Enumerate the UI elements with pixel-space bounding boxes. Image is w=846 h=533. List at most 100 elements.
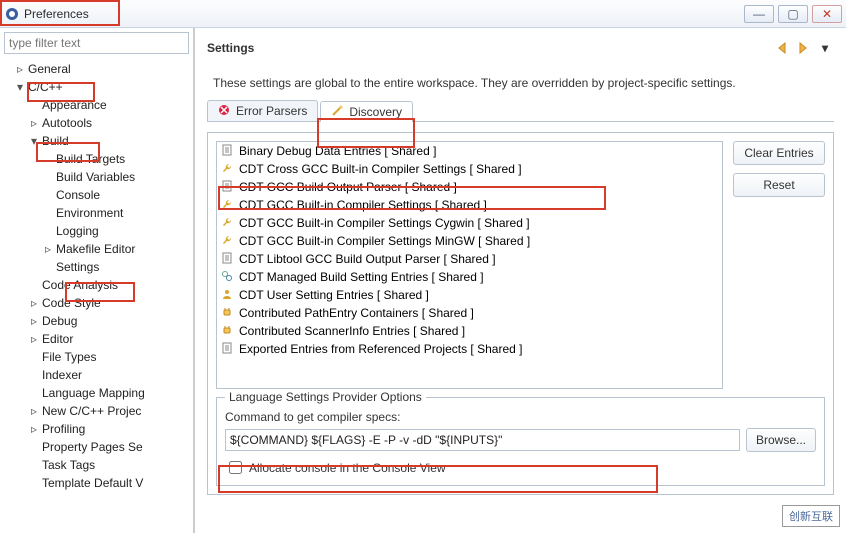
error-icon (218, 104, 232, 118)
chevron-right-icon: ▹ (42, 243, 54, 255)
tree-item-console[interactable]: Console (4, 186, 193, 204)
tree-item-settings[interactable]: Settings (4, 258, 193, 276)
tree-item-indexer[interactable]: Indexer (4, 366, 193, 384)
gears-icon (221, 270, 235, 284)
tab-discovery[interactable]: Discovery (320, 101, 413, 122)
command-label: Command to get compiler specs: (225, 410, 816, 424)
tree-item-ccpp[interactable]: ▾C/C++ (4, 78, 193, 96)
provider-row[interactable]: CDT User Setting Entries [ Shared ] (217, 286, 722, 304)
page-icon (221, 144, 235, 158)
forward-arrow-icon[interactable] (796, 40, 814, 56)
chevron-right-icon: ▹ (28, 117, 40, 129)
provider-row[interactable]: CDT GCC Built-in Compiler Settings [ Sha… (217, 196, 722, 214)
tree-item-lang-map[interactable]: Language Mapping (4, 384, 193, 402)
provider-row[interactable]: Contributed PathEntry Containers [ Share… (217, 304, 722, 322)
preferences-tree[interactable]: ▹General ▾C/C++ Appearance ▹Autotools ▾B… (0, 58, 193, 533)
provider-row[interactable]: CDT Cross GCC Built-in Compiler Settings… (217, 160, 722, 178)
maximize-button[interactable]: ▢ (778, 5, 808, 23)
allocate-console-checkbox[interactable]: Allocate console in the Console View (225, 458, 816, 477)
tree-item-general[interactable]: ▹General (4, 60, 193, 78)
settings-panel: Settings ▾ These settings are global to … (195, 28, 846, 533)
dropdown-icon[interactable]: ▾ (816, 40, 834, 56)
back-arrow-icon[interactable] (776, 40, 794, 56)
provider-row[interactable]: CDT GCC Built-in Compiler Settings Cygwi… (217, 214, 722, 232)
settings-tabs: Error Parsers Discovery (207, 100, 834, 122)
provider-label: Binary Debug Data Entries [ Shared ] (239, 144, 436, 158)
tree-item-makefile[interactable]: ▹Makefile Editor (4, 240, 193, 258)
provider-label: CDT Cross GCC Built-in Compiler Settings… (239, 162, 522, 176)
command-input[interactable] (225, 429, 740, 451)
provider-label: Contributed PathEntry Containers [ Share… (239, 306, 474, 320)
tree-item-build-targets[interactable]: Build Targets (4, 150, 193, 168)
tree-item-prop-pages[interactable]: Property Pages Se (4, 438, 193, 456)
chevron-right-icon: ▹ (28, 333, 40, 345)
chevron-down-icon: ▾ (14, 81, 26, 93)
tree-item-new-proj[interactable]: ▹New C/C++ Projec (4, 402, 193, 420)
provider-row[interactable]: Exported Entries from Referenced Project… (217, 340, 722, 358)
tree-item-appearance[interactable]: Appearance (4, 96, 193, 114)
tree-item-logging[interactable]: Logging (4, 222, 193, 240)
wand-icon (331, 105, 345, 119)
page-icon (221, 180, 235, 194)
provider-label: CDT GCC Build Output Parser [ Shared ] (239, 180, 457, 194)
provider-label: CDT Managed Build Setting Entries [ Shar… (239, 270, 484, 284)
wrench-icon (221, 198, 235, 212)
provider-label: CDT User Setting Entries [ Shared ] (239, 288, 429, 302)
provider-label: CDT Libtool GCC Build Output Parser [ Sh… (239, 252, 496, 266)
tree-item-build-variables[interactable]: Build Variables (4, 168, 193, 186)
provider-label: CDT GCC Built-in Compiler Settings MinGW… (239, 234, 530, 248)
page-title: Settings (207, 41, 254, 55)
reset-button[interactable]: Reset (733, 173, 825, 197)
tree-item-tmpl-default[interactable]: Template Default V (4, 474, 193, 492)
provider-label: CDT GCC Built-in Compiler Settings [ Sha… (239, 198, 487, 212)
tree-item-file-types[interactable]: File Types (4, 348, 193, 366)
tree-item-build[interactable]: ▾Build (4, 132, 193, 150)
tab-error-parsers[interactable]: Error Parsers (207, 100, 318, 121)
tree-item-task-tags[interactable]: Task Tags (4, 456, 193, 474)
window-titlebar: Preferences — ▢ ✕ (0, 0, 846, 28)
provider-row[interactable]: CDT Managed Build Setting Entries [ Shar… (217, 268, 722, 286)
tree-item-autotools[interactable]: ▹Autotools (4, 114, 193, 132)
wrench-icon (221, 162, 235, 176)
options-legend: Language Settings Provider Options (225, 390, 426, 404)
filter-input[interactable] (4, 32, 189, 54)
wrench-icon (221, 216, 235, 230)
chevron-down-icon: ▾ (28, 135, 40, 147)
wrench-icon (221, 234, 235, 248)
page-icon (221, 252, 235, 266)
plug-icon (221, 306, 235, 320)
provider-label: Contributed ScannerInfo Entries [ Shared… (239, 324, 465, 338)
minimize-button[interactable]: — (744, 5, 774, 23)
plug-icon (221, 324, 235, 338)
chevron-right-icon: ▹ (28, 423, 40, 435)
window-title: Preferences (24, 7, 89, 21)
person-icon (221, 288, 235, 302)
preferences-sidebar: ▹General ▾C/C++ Appearance ▹Autotools ▾B… (0, 28, 195, 533)
allocate-console-input[interactable] (229, 461, 242, 474)
provider-row[interactable]: CDT GCC Built-in Compiler Settings MinGW… (217, 232, 722, 250)
chevron-right-icon: ▹ (28, 405, 40, 417)
browse-button[interactable]: Browse... (746, 428, 816, 452)
app-icon (4, 6, 20, 22)
provider-label: CDT GCC Built-in Compiler Settings Cygwi… (239, 216, 530, 230)
provider-row[interactable]: CDT GCC Build Output Parser [ Shared ] (217, 178, 722, 196)
tree-item-debug[interactable]: ▹Debug (4, 312, 193, 330)
tree-item-code-style[interactable]: ▹Code Style (4, 294, 193, 312)
close-button[interactable]: ✕ (812, 5, 842, 23)
chevron-right-icon: ▹ (28, 297, 40, 309)
page-icon (221, 342, 235, 356)
watermark: 创新互联 (782, 505, 840, 527)
provider-row[interactable]: Contributed ScannerInfo Entries [ Shared… (217, 322, 722, 340)
provider-row[interactable]: CDT Libtool GCC Build Output Parser [ Sh… (217, 250, 722, 268)
tree-item-environment[interactable]: Environment (4, 204, 193, 222)
providers-listbox[interactable]: Binary Debug Data Entries [ Shared ] CDT … (216, 141, 723, 389)
provider-row[interactable]: Binary Debug Data Entries [ Shared ] (217, 142, 722, 160)
chevron-right-icon: ▹ (14, 63, 26, 75)
clear-entries-button[interactable]: Clear Entries (733, 141, 825, 165)
provider-label: Exported Entries from Referenced Project… (239, 342, 522, 356)
settings-description: These settings are global to the entire … (213, 76, 834, 90)
tree-item-profiling[interactable]: ▹Profiling (4, 420, 193, 438)
chevron-right-icon: ▹ (28, 315, 40, 327)
tree-item-editor[interactable]: ▹Editor (4, 330, 193, 348)
tree-item-code-analysis[interactable]: Code Analysis (4, 276, 193, 294)
